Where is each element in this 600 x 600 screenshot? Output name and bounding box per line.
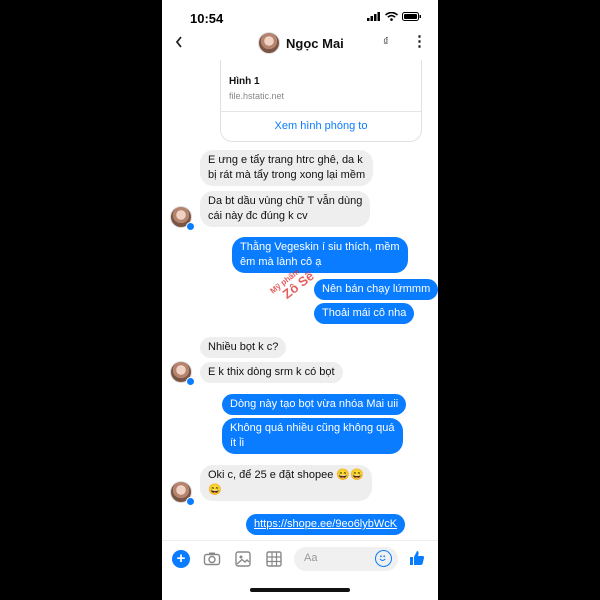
emoji-icon[interactable] — [375, 550, 392, 567]
like-thumb-icon[interactable] — [408, 549, 426, 567]
contact-avatar[interactable] — [258, 32, 280, 54]
payment-icon[interactable]: ₫ — [383, 36, 389, 48]
link-card-domain: file.hstatic.net — [229, 91, 285, 101]
composer-bar: + Aa — [162, 540, 438, 576]
message-input[interactable]: Aa — [294, 547, 398, 571]
message-outgoing[interactable]: Không quá nhiều cũng không quá ít ỉi — [222, 418, 403, 454]
battery-icon — [402, 12, 421, 21]
messenger-badge-icon — [186, 222, 195, 231]
chat-header: Ngọc Mai ₫ ⋮ — [162, 28, 438, 60]
message-incoming[interactable]: E k thix dòng srm k có bọt — [200, 362, 343, 383]
message-incoming[interactable]: Da bt dầu vùng chữ T vẫn dùng cái này đc… — [200, 191, 371, 227]
signal-icon — [367, 12, 380, 21]
camera-icon[interactable] — [203, 550, 221, 568]
message-outgoing[interactable]: Thoải mái cô nha — [314, 303, 415, 324]
plus-icon[interactable]: + — [172, 550, 190, 568]
home-indicator — [250, 588, 350, 592]
link-card-divider — [221, 111, 421, 112]
image-link-card[interactable]: Hình 1 file.hstatic.net Xem hình phóng t… — [220, 60, 422, 142]
message-incoming[interactable]: Nhiều bọt k c? — [200, 337, 287, 358]
message-outgoing-link[interactable]: https://shope.ee/9eo6lybWcK — [246, 514, 406, 535]
message-incoming[interactable]: Oki c, để 25 e đặt shopee 😄😄 😄 — [200, 465, 372, 501]
view-image-button[interactable]: Xem hình phóng to — [221, 120, 421, 132]
message-outgoing[interactable]: Dòng này tạo bọt vừa nhóa Mai uii — [222, 394, 407, 415]
status-icons — [367, 12, 422, 21]
back-chevron-icon[interactable] — [174, 34, 184, 50]
message-outgoing[interactable]: Thằng Vegeskin í siu thích, mềm êm mà là… — [232, 237, 408, 273]
phone-screen: 10:54 Ngọc Mai ₫ ⋮ Hình 1 file.hstatic.n… — [162, 0, 438, 600]
messenger-badge-icon — [186, 497, 195, 506]
messenger-badge-icon — [186, 377, 195, 386]
more-options-icon[interactable]: ⋮ — [412, 32, 427, 50]
photo-icon[interactable] — [234, 550, 252, 568]
contact-name[interactable]: Ngọc Mai — [286, 36, 344, 51]
message-incoming[interactable]: E ưng e tẩy trang htrc ghê, da k bị rát … — [200, 150, 374, 186]
link-card-title: Hình 1 — [229, 76, 260, 87]
status-time: 10:54 — [190, 11, 224, 26]
message-input-placeholder: Aa — [304, 552, 318, 564]
message-outgoing[interactable]: Nên bán chạy lứmmm — [314, 279, 438, 300]
grid-icon[interactable] — [265, 550, 283, 568]
wifi-icon — [385, 12, 398, 21]
